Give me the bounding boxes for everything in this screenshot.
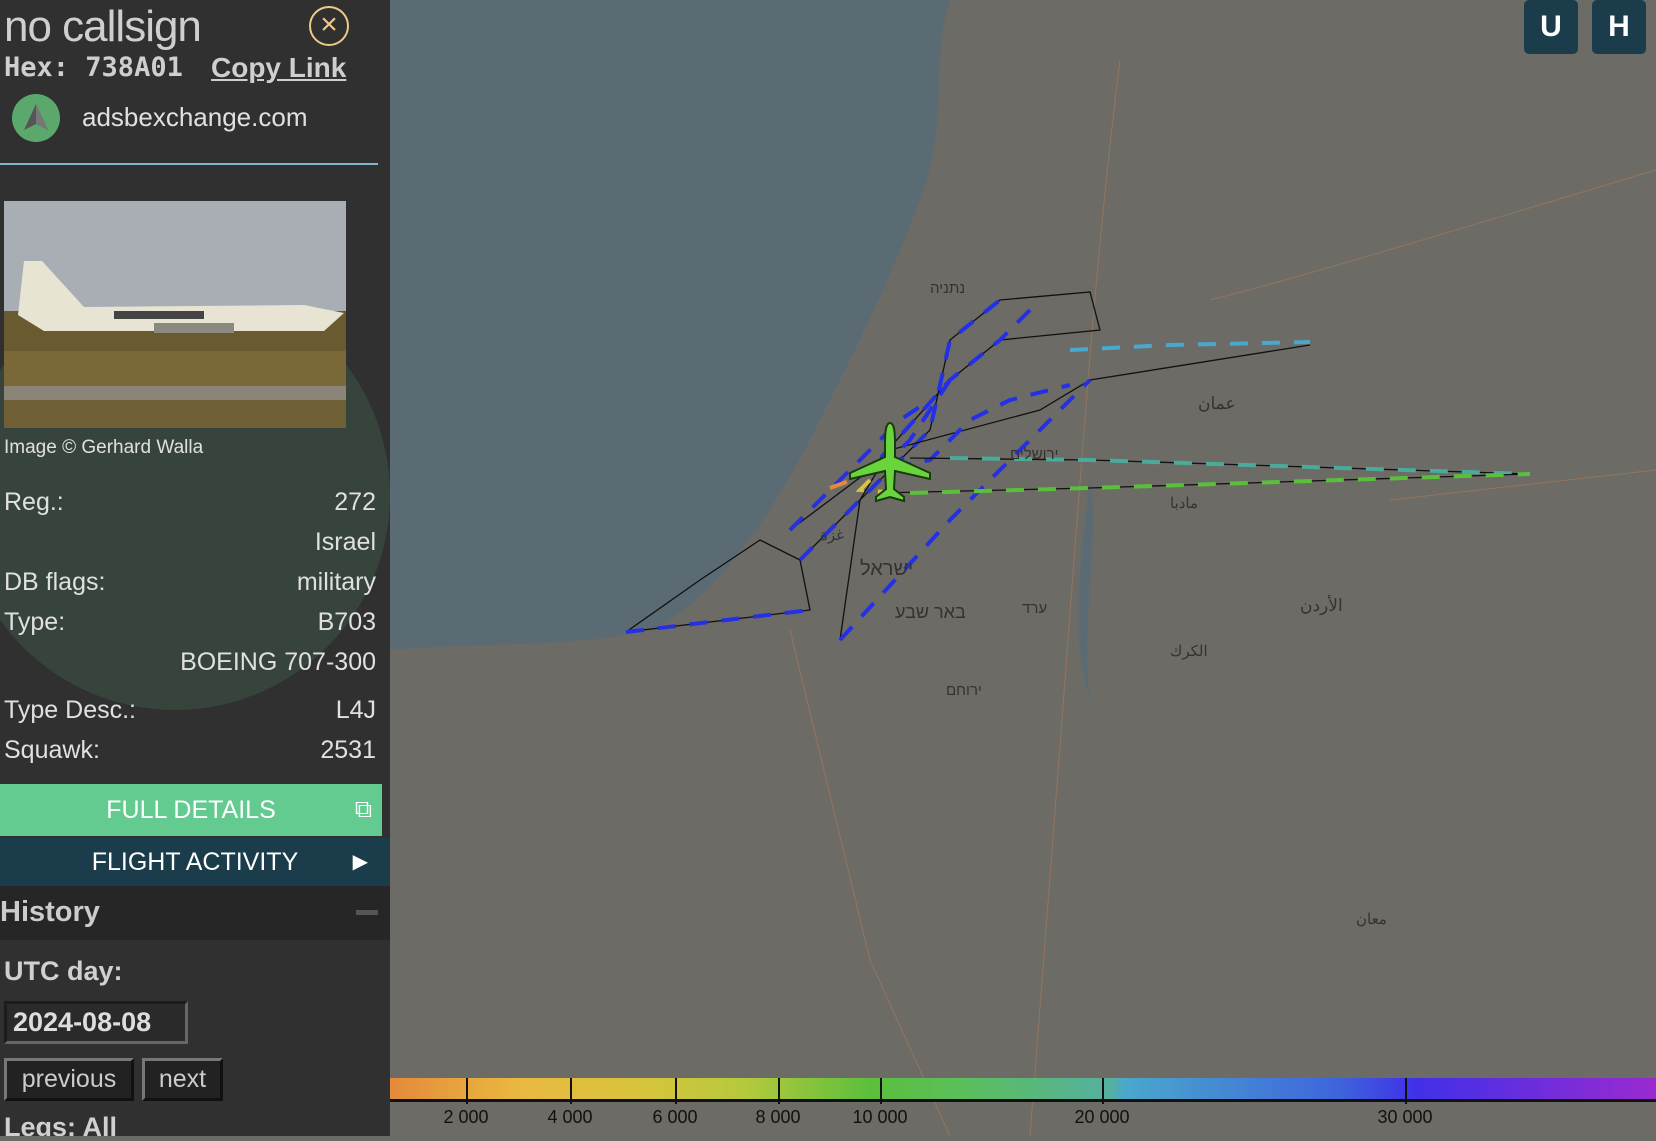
previous-button[interactable]: previous xyxy=(4,1058,134,1101)
legs-label: Legs: All xyxy=(4,1112,118,1136)
legend-label: 10 000 xyxy=(852,1107,908,1127)
hex-label: Hex: xyxy=(4,52,70,83)
history-header[interactable]: History xyxy=(0,886,390,940)
map-label: ירוחם xyxy=(946,682,982,699)
map-label: الأردن xyxy=(1300,596,1343,615)
h-button[interactable]: H xyxy=(1592,0,1646,54)
type-name-value: BOEING 707-300 xyxy=(180,648,376,676)
country-value: Israel xyxy=(314,528,376,556)
squawk-value: 2531 xyxy=(320,736,376,764)
legend-tick xyxy=(1405,1078,1407,1104)
history-title: History xyxy=(0,896,100,928)
divider xyxy=(0,163,378,165)
legend-tick xyxy=(1102,1078,1104,1104)
db-flags-label: DB flags: xyxy=(4,568,106,596)
hex-value: 738A01 xyxy=(85,52,183,83)
legend-tick xyxy=(778,1078,780,1104)
map-label: عمان xyxy=(1198,394,1236,413)
legend-label: 6 000 xyxy=(652,1107,698,1127)
next-button[interactable]: next xyxy=(142,1058,223,1101)
map-label: الكرك xyxy=(1170,643,1208,660)
type-label: Type: xyxy=(4,608,66,636)
full-details-button[interactable]: FULL DETAILS ⧉ xyxy=(0,784,382,836)
legend-label: 8 000 xyxy=(755,1107,801,1127)
legend-label: 20 000 xyxy=(1074,1107,1130,1127)
legend-tick xyxy=(466,1078,468,1104)
flight-activity-label: FLIGHT ACTIVITY xyxy=(91,848,299,876)
image-credit: Image © Gerhard Walla xyxy=(4,437,204,458)
map[interactable]: נתניה ירושלים ישראל באר שבע غزة عمان الأ… xyxy=(390,0,1656,1137)
map-label: معان xyxy=(1356,911,1387,928)
legend-label: 2 000 xyxy=(443,1107,489,1127)
type-desc-value: L4J xyxy=(335,696,376,724)
site-name[interactable]: adsbexchange.com xyxy=(82,102,307,133)
adsbx-logo-icon xyxy=(12,94,60,142)
legend-label: 30 000 xyxy=(1377,1107,1433,1127)
legend-label: 4 000 xyxy=(547,1107,593,1127)
db-flags-value: military xyxy=(296,568,376,596)
legend-tick xyxy=(570,1078,572,1104)
squawk-label: Squawk: xyxy=(4,736,100,764)
type-desc-label: Type Desc.: xyxy=(4,696,136,724)
reg-value: 272 xyxy=(334,488,376,516)
map-label: غزة xyxy=(820,527,844,544)
external-link-icon: ⧉ xyxy=(354,796,372,823)
legend-tick xyxy=(880,1078,882,1104)
map-label: ערד xyxy=(1022,600,1048,617)
copy-link[interactable]: Copy Link xyxy=(211,52,346,84)
aircraft-photo[interactable] xyxy=(4,201,346,428)
map-label: ישראל xyxy=(860,558,914,580)
u-button[interactable]: U xyxy=(1524,0,1578,54)
legend-tick xyxy=(675,1078,677,1104)
utc-date-input[interactable]: 2024-08-08 xyxy=(4,1001,188,1044)
map-label: ירושלים xyxy=(1010,446,1059,463)
map-label: נתניה xyxy=(930,280,966,297)
map-label: مادبا xyxy=(1170,495,1199,512)
full-details-label: FULL DETAILS xyxy=(106,796,276,824)
chevron-right-icon: ▶ xyxy=(352,851,368,873)
type-value: B703 xyxy=(317,608,376,636)
map-label: באר שבע xyxy=(895,602,966,622)
flight-activity-button[interactable]: FLIGHT ACTIVITY ▶ xyxy=(0,838,390,886)
close-icon[interactable]: × xyxy=(309,6,349,46)
map-canvas[interactable] xyxy=(390,0,1656,1137)
collapse-icon[interactable] xyxy=(356,910,378,915)
hex-code: Hex: 738A01 xyxy=(4,52,183,83)
callsign: no callsign xyxy=(4,2,202,51)
altitude-legend xyxy=(390,1078,1656,1102)
utc-day-label: UTC day: xyxy=(4,956,123,986)
reg-label: Reg.: xyxy=(4,488,64,516)
aircraft-info-panel: no callsign × Hex: 738A01 Copy Link adsb… xyxy=(0,0,390,1136)
